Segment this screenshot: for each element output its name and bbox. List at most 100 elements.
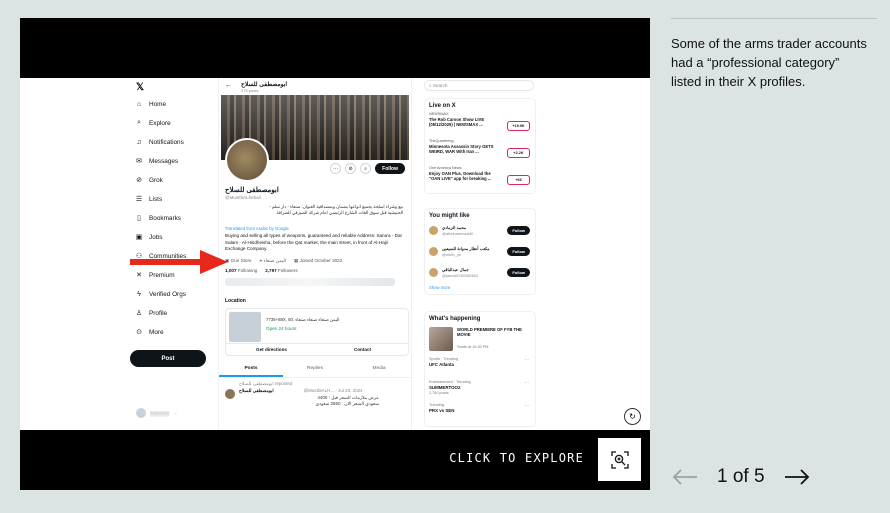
profile-location: ⌖ اليمن صنعاء bbox=[259, 258, 287, 263]
post-body: عرض ملازمات السعر قبل : 4400 سعودي السعر… bbox=[315, 395, 379, 406]
whats-happening-panel: What's happening WORLD PREMIERE OF FYB T… bbox=[424, 311, 536, 427]
nav-bookmarks[interactable]: ▯ Bookmarks bbox=[135, 214, 181, 223]
more-dots-icon[interactable]: ··· bbox=[524, 381, 529, 386]
live-item[interactable]: TheQuartering Minnesota Assassin Story G… bbox=[429, 139, 535, 166]
follow-button[interactable]: Follow bbox=[375, 163, 405, 174]
grok-icon[interactable]: ⊘ bbox=[345, 163, 357, 174]
slide-counter: 1 of 5 bbox=[717, 466, 765, 487]
avatar bbox=[136, 408, 146, 418]
bio-arabic: بيع وشراء اسلحة بجميع انواعها بضمان وبمص… bbox=[269, 204, 403, 215]
more-dots-icon: ··· bbox=[173, 410, 178, 416]
live-item[interactable]: One America News Enjoy OAN Plus. Downloa… bbox=[429, 166, 535, 193]
get-directions-button[interactable]: Get directions bbox=[226, 344, 317, 352]
more-dots-icon[interactable]: ··· bbox=[524, 358, 529, 363]
trend-item[interactable]: Entertainment · Trending SUMMERTOO2 2,750 … bbox=[429, 380, 535, 403]
happening-title: What's happening bbox=[429, 316, 481, 322]
nav-grok[interactable]: ⊘ Grok bbox=[135, 176, 163, 185]
nav-more[interactable]: ⊙ More bbox=[135, 328, 164, 337]
header-name: ابومصطفى للسلاح bbox=[241, 82, 288, 88]
x-logo-icon: 𝕏 bbox=[136, 82, 145, 93]
contact-button[interactable]: Contact bbox=[317, 344, 408, 352]
blurred-followed-by bbox=[225, 278, 395, 286]
trend-item[interactable]: Trending PRX vs SEN ··· bbox=[429, 403, 535, 426]
briefcase-icon: ▣ bbox=[135, 234, 143, 241]
home-icon: ⌂ bbox=[136, 100, 142, 108]
avatar bbox=[429, 247, 438, 256]
account-switcher[interactable]: ▒▒▒▒▒▒ ··· bbox=[136, 408, 178, 418]
more-circle-icon: ⊙ bbox=[136, 329, 142, 336]
blurred-account: ▒▒▒▒▒▒ bbox=[150, 410, 170, 416]
profile-joined: ▦ Joined October 2022 bbox=[294, 258, 343, 263]
profile-handle: @MustfaALhebari bbox=[225, 195, 262, 200]
follow-button[interactable]: Follow bbox=[507, 226, 530, 235]
gallery-pager: 1 of 5 bbox=[671, 462, 877, 492]
next-button[interactable] bbox=[783, 463, 811, 491]
more-dots-icon[interactable]: ··· bbox=[524, 404, 529, 409]
list-icon: ☰ bbox=[135, 196, 143, 203]
annotation-arrow-icon bbox=[130, 250, 228, 274]
avatar bbox=[429, 226, 438, 235]
header-post-count: 275 posts bbox=[241, 88, 259, 93]
profile-name: ابومصطفى للسلاح bbox=[225, 187, 279, 194]
nav-profile[interactable]: ♙ Profile bbox=[135, 309, 167, 318]
person-icon: ♙ bbox=[135, 310, 143, 317]
nav-lists[interactable]: ☰ Lists bbox=[135, 195, 162, 204]
more-icon[interactable]: ··· bbox=[330, 163, 342, 174]
suggested-account[interactable]: مكتب أنظار مدوانة للسيعين @mkth_yn Follow bbox=[429, 243, 535, 264]
viewer-badge: +19.9K bbox=[507, 121, 530, 131]
prev-button[interactable] bbox=[671, 463, 699, 491]
live-title: Live on X bbox=[429, 103, 456, 109]
frame-footer: CLICK TO EXPLORE bbox=[20, 430, 650, 490]
trend-item[interactable]: Sports · Trending UFC Atlanta ··· bbox=[429, 357, 535, 380]
viewer-badge: +2.2K bbox=[507, 148, 530, 158]
suggested-account[interactable]: جمال عبدالباقي @jamal4745550480 Follow bbox=[429, 264, 535, 285]
tab-media[interactable]: Media bbox=[347, 364, 411, 377]
location-hours: Open 24 hours bbox=[266, 326, 297, 331]
translated-label[interactable]: Translated from Arabic by Google bbox=[225, 226, 289, 231]
search-icon: ⌕ bbox=[137, 119, 141, 126]
tab-replies[interactable]: Replies bbox=[283, 364, 347, 377]
bio-english: Buying and selling all types of weapons,… bbox=[225, 233, 403, 252]
nav-home[interactable]: ⌂ Home bbox=[135, 100, 166, 108]
event-thumbnail bbox=[429, 327, 453, 351]
click-to-explore-label[interactable]: CLICK TO EXPLORE bbox=[449, 451, 584, 465]
search-icon[interactable]: ⌕ bbox=[360, 163, 372, 174]
nav-explore[interactable]: ⌕ Explore bbox=[135, 119, 171, 127]
zoom-in-icon bbox=[610, 450, 629, 469]
nav-verified-orgs[interactable]: ϟ Verified Orgs bbox=[135, 290, 186, 298]
tab-posts[interactable]: Posts bbox=[219, 364, 283, 377]
search-input[interactable]: ⌕ Search bbox=[424, 80, 534, 91]
followers-stat[interactable]: 2,797 Followers bbox=[265, 268, 297, 273]
location-card: 7735+88X, 50, اليمن صنعاء صنعاء صنعاء Op… bbox=[225, 308, 409, 356]
follow-button[interactable]: Follow bbox=[507, 268, 530, 277]
suggested-account[interactable]: محمد الزمادي @alimhammad40 Follow bbox=[429, 222, 535, 243]
gallery-frame[interactable]: 𝕏 ⌂ Home ⌕ Explore ♫ Notifications ✉ Message… bbox=[20, 18, 650, 490]
featured-event[interactable]: WORLD PREMIERE OF FYB THE MOVIE Starts a… bbox=[429, 325, 535, 357]
refresh-icon[interactable]: ↻ bbox=[624, 408, 641, 425]
profile-avatar[interactable] bbox=[225, 138, 269, 182]
avatar bbox=[429, 268, 438, 277]
follow-button[interactable]: Follow bbox=[507, 247, 530, 256]
bookmark-icon: ▯ bbox=[137, 215, 141, 222]
nav-jobs[interactable]: ▣ Jobs bbox=[135, 233, 163, 242]
grok-icon: ⊘ bbox=[136, 177, 142, 184]
zoom-button[interactable] bbox=[598, 438, 641, 481]
nav-notifications[interactable]: ♫ Notifications bbox=[135, 138, 183, 146]
nav-messages[interactable]: ✉ Messages bbox=[135, 157, 178, 166]
profile-actions: ··· ⊘ ⌕ Follow bbox=[330, 163, 405, 174]
map-thumbnail[interactable] bbox=[229, 312, 261, 342]
post-meta: @MustfaALH... · Jul 23, 2024 bbox=[303, 388, 363, 393]
mail-icon: ✉ bbox=[136, 158, 142, 165]
location-actions: Get directions Contact bbox=[226, 343, 408, 352]
show-more-link[interactable]: Show more bbox=[429, 285, 535, 290]
live-item[interactable]: NEWSMAX The Rob Carson Show LIVE (05/12/… bbox=[429, 112, 535, 139]
post-header: ابومصطفى للسلاح @MustfaALH... · Jul 23, 2… bbox=[239, 388, 363, 393]
repost-label: ابومصطفى للسلاح reposted bbox=[239, 381, 293, 386]
location-title: Location bbox=[225, 298, 246, 304]
follow-stats: 1,007 Following 2,797 Followers bbox=[225, 268, 298, 273]
profile-column: ← ابومصطفى للسلاح 275 posts ··· ⊘ ⌕ Foll… bbox=[218, 78, 412, 430]
post-button[interactable]: Post bbox=[130, 350, 206, 367]
bell-icon: ♫ bbox=[136, 138, 142, 146]
back-arrow-icon[interactable]: ← bbox=[225, 82, 232, 89]
screenshot-image[interactable]: 𝕏 ⌂ Home ⌕ Explore ♫ Notifications ✉ Message… bbox=[20, 78, 650, 430]
